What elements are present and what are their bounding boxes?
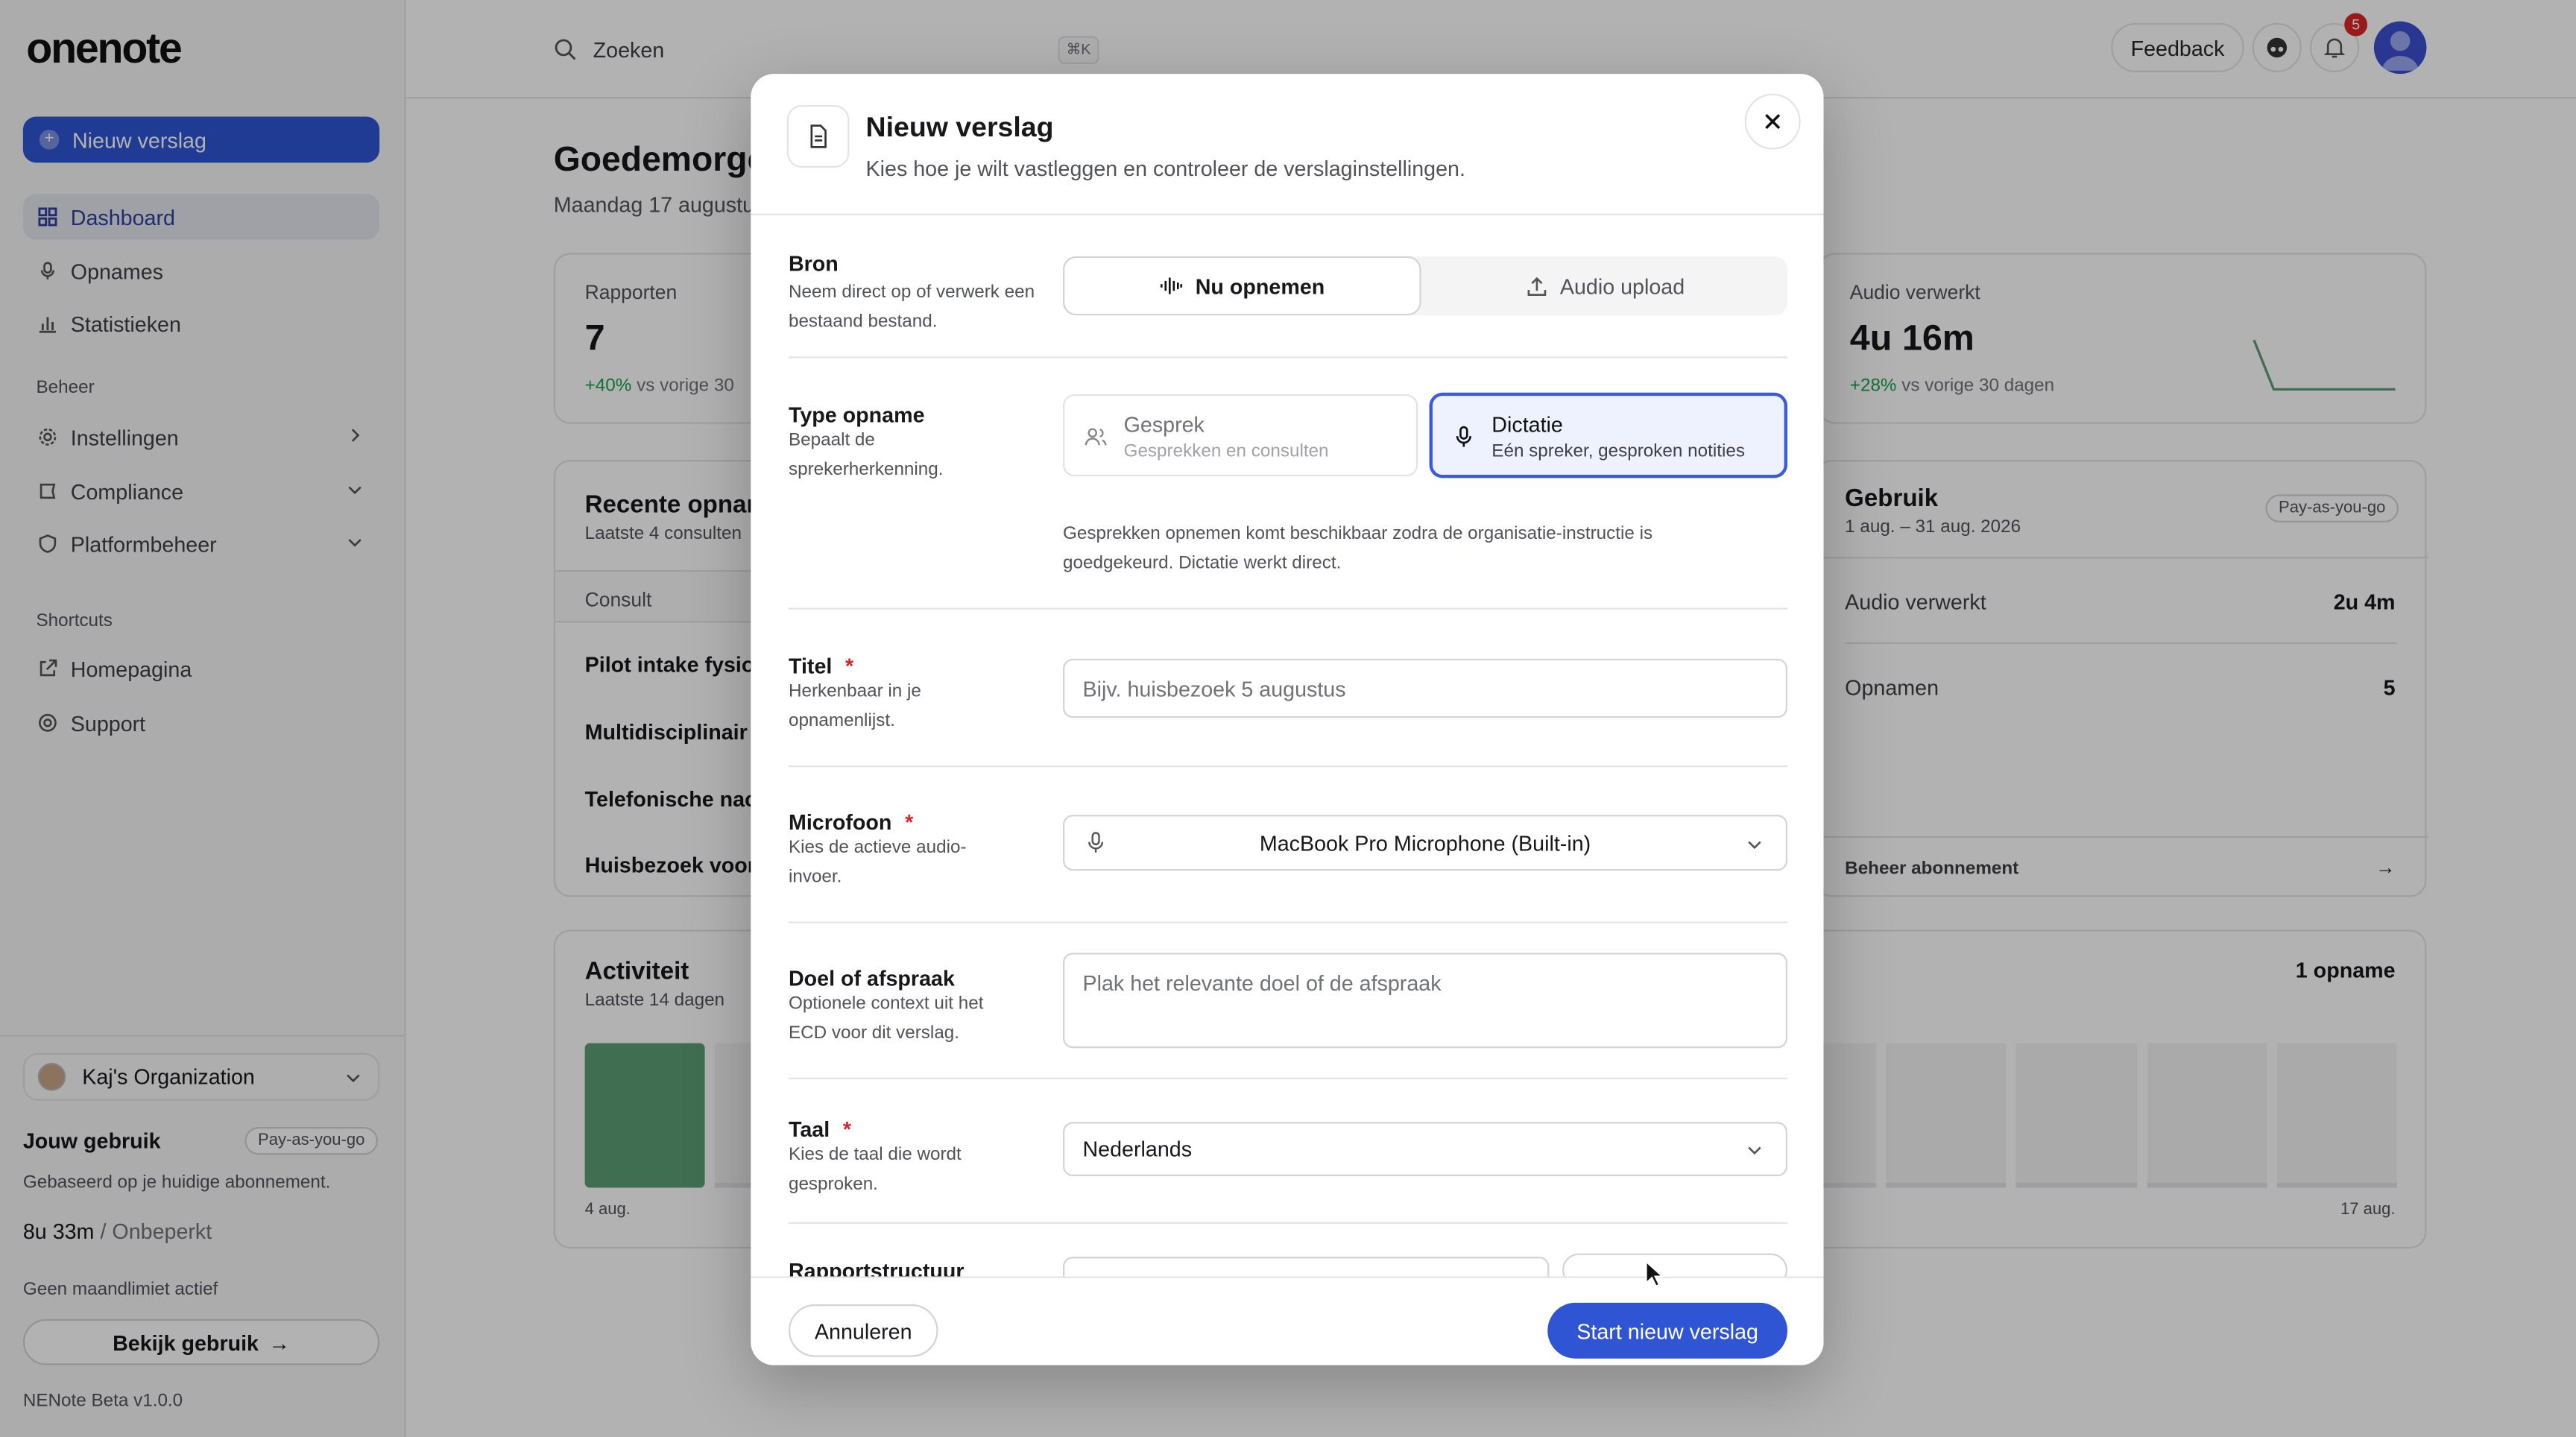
divider [788,1077,1788,1080]
dialog-title: Nieuw verslag [865,111,1054,143]
microphone-hint: Kies de actieve audio-invoer. [788,838,967,888]
record-now-label: Nu opnemen [1195,273,1325,299]
report-structure-action-button[interactable] [1562,1253,1788,1277]
new-report-dialog: Nieuw verslag Kies hoe je wilt vastlegge… [751,74,1824,1365]
goal-hint: Optionele context uit het ECD voor dit v… [788,994,984,1043]
divider [788,356,1788,359]
language-label: Taal * [789,1117,851,1142]
divider [788,607,1788,610]
microphone-label-text: Microfoon [788,809,892,835]
microphone-icon [1452,426,1475,449]
users-icon [1085,426,1108,449]
option-title: Dictatie [1491,412,1563,438]
source-hint: Neem direct op of verwerk een bestaand b… [788,282,1035,332]
audio-upload-label: Audio upload [1559,273,1685,299]
microphone-icon [1086,831,1105,854]
microphone-select[interactable]: MacBook Pro Microphone (Built-in) [1063,815,1788,871]
language-hint: Kies de taal die wordt gesproken. [788,1145,962,1195]
title-hint: Herkenbaar in je opnamenlijst. [788,681,921,731]
chevron-down-icon [1746,1142,1763,1158]
report-structure-label: Rapportstructuur [788,1258,965,1277]
type-hint: Bepaalt de sprekerherkenning. [788,430,944,480]
title-input[interactable]: Bijv. huisbezoek 5 augustus [1063,658,1788,718]
option-title: Gesprek [1123,412,1205,438]
option-subtitle: Gesprekken en consulten [1123,441,1329,462]
language-value: Nederlands [1082,1137,1193,1162]
upload-icon [1526,275,1547,297]
report-structure-select[interactable] [1063,1257,1550,1277]
conversation-text: Gesprek Gesprekken en consulten [1124,412,1329,461]
divider [788,765,1788,768]
close-button[interactable] [1744,93,1801,150]
type-label: Type opname [788,402,925,428]
title-label-text: Titel [788,654,833,679]
audio-upload-option[interactable]: Audio upload [1426,256,1784,315]
close-icon [1763,112,1782,131]
goal-label: Doel of afspraak [788,966,955,991]
source-label: Bron [788,251,839,277]
waveform-icon [1159,276,1182,295]
microphone-label: Microfoon * [789,810,913,835]
language-select[interactable]: Nederlands [1063,1122,1788,1177]
title-label: Titel * [789,654,853,678]
type-note: Gesprekken opnemen komt beschikbaar zodr… [1063,524,1653,574]
dialog-subtitle: Kies hoe je wilt vastleggen en controlee… [865,156,1465,181]
source-toggle: Nu opnemen Audio upload [1063,256,1788,316]
required-marker: * [905,809,914,835]
language-label-text: Taal [788,1117,830,1142]
divider [788,921,1788,923]
dialog-footer: Annuleren Start nieuw verslag [751,1276,1824,1365]
record-now-option[interactable]: Nu opnemen [1063,256,1421,316]
document-icon [786,105,850,168]
mouse-cursor-icon [1645,1260,1664,1288]
dialog-header: Nieuw verslag Kies hoe je wilt vastlegge… [751,74,1824,215]
option-subtitle: Eén spreker, gesproken notities [1491,441,1745,462]
goal-textarea[interactable]: Plak het relevante doel of de afspraak [1063,953,1788,1049]
dialog-body: Bron Neem direct op of verwerk een besta… [751,215,1823,1277]
conversation-option[interactable]: Gesprek Gesprekken en consulten [1063,394,1418,477]
required-marker: * [845,654,854,679]
dictation-text: Dictatie Eén spreker, gesproken notities [1491,412,1745,461]
chevron-down-icon [1746,836,1763,853]
start-report-button[interactable]: Start nieuw verslag [1547,1302,1788,1359]
cancel-button[interactable]: Annuleren [788,1304,938,1357]
divider [788,1222,1788,1225]
dictation-option[interactable]: Dictatie Eén spreker, gesproken notities [1430,394,1786,477]
required-marker: * [842,1117,851,1142]
microphone-value: MacBook Pro Microphone (Built-in) [1259,830,1591,856]
